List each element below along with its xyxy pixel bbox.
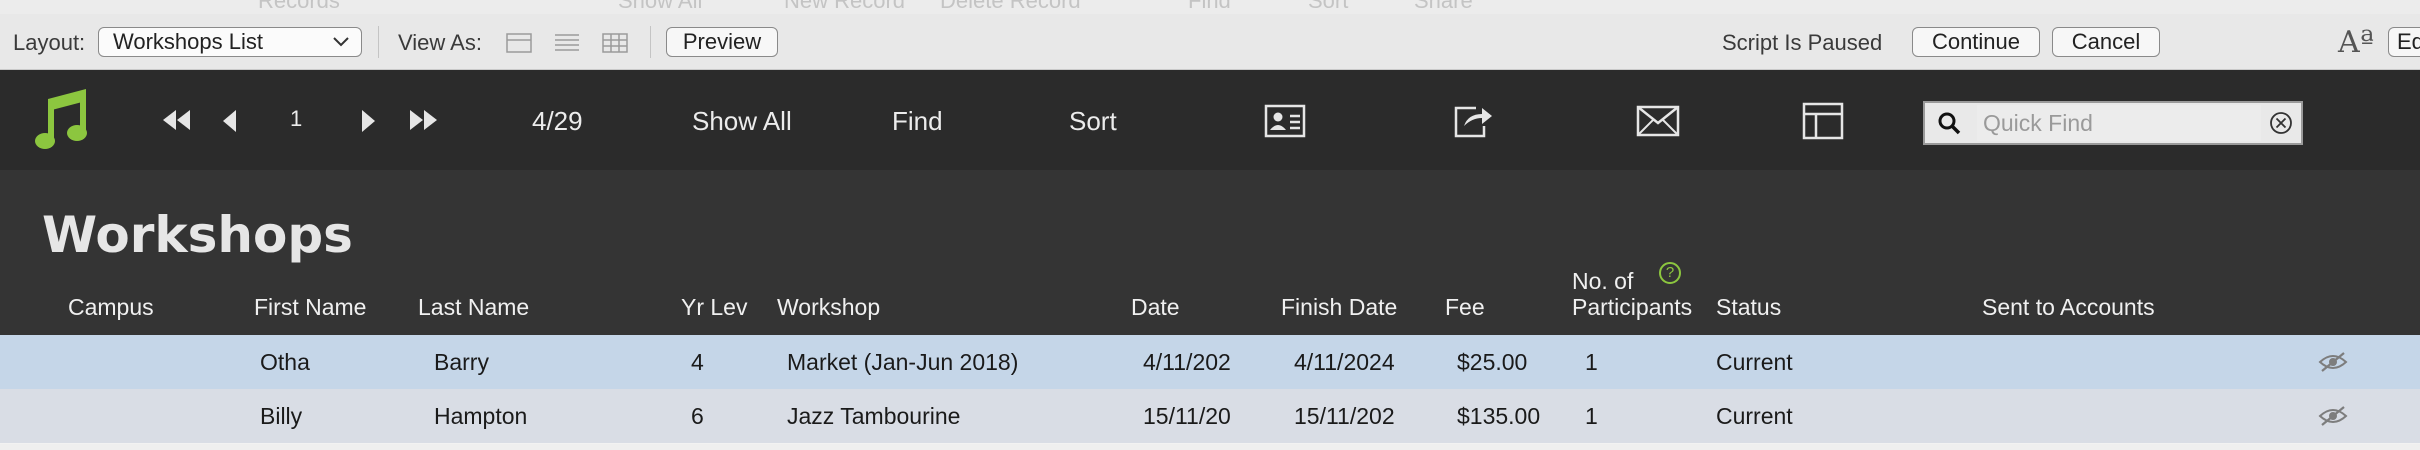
help-glyph: ? [1665, 264, 1675, 281]
search-icon [1938, 112, 1961, 135]
cell-finish-date[interactable]: 4/11/2024 [1294, 349, 1408, 376]
separator [650, 26, 651, 58]
column-header-status[interactable]: Status [1716, 294, 1781, 321]
eye-slash-icon[interactable] [2318, 405, 2348, 427]
music-note-logo-icon [35, 89, 87, 149]
layout-bar: Layout: Workshops List View As: Preview … [0, 14, 2420, 70]
top-strip: Records Show All New Record Delete Recor… [0, 0, 2420, 14]
cell-yr-lev[interactable]: 6 [691, 403, 704, 430]
column-header-campus[interactable]: Campus [68, 294, 154, 321]
list-view-icon[interactable] [554, 33, 580, 53]
cell-status[interactable]: Current [1716, 349, 1793, 376]
next-record-icon[interactable] [360, 110, 376, 132]
layout-mode-icon[interactable] [1802, 102, 1844, 140]
column-header-date[interactable]: Date [1131, 294, 1180, 321]
column-header-fee[interactable]: Fee [1445, 294, 1485, 321]
column-header-finish-date[interactable]: Finish Date [1281, 294, 1397, 321]
top-strip-delete-record: Delete Record [940, 0, 1081, 13]
column-header-yr-lev[interactable]: Yr Lev [681, 294, 747, 321]
quick-find-box [1923, 101, 2303, 145]
previous-record-icon[interactable] [222, 110, 238, 132]
cell-date[interactable]: 4/11/202 [1143, 349, 1247, 376]
email-envelope-icon[interactable] [1636, 105, 1680, 137]
cancel-button[interactable]: Cancel [2052, 27, 2160, 57]
eye-slash-icon[interactable] [2318, 351, 2348, 373]
edit-layout-button[interactable]: Ed [2388, 27, 2420, 57]
top-strip-find: Find [1188, 0, 1231, 13]
table-row[interactable]: Otha Barry 4 Market (Jan-Jun 2018) 4/11/… [0, 335, 2420, 389]
top-strip-records: Records [258, 0, 340, 13]
top-strip-new-record: New Record [784, 0, 906, 13]
status-toolbar: 1 4/29 Show All Find Sort [0, 70, 2420, 170]
cell-first-name[interactable]: Otha [260, 349, 310, 376]
quick-find-input[interactable] [1977, 105, 2261, 141]
column-header-first-name[interactable]: First Name [254, 294, 366, 321]
table-row[interactable]: Billy Hampton 6 Jazz Tambourine 15/11/20… [0, 389, 2420, 443]
column-header-participants-line2[interactable]: Participants [1572, 294, 1692, 321]
column-header-sent-to-accounts[interactable]: Sent to Accounts [1982, 294, 2155, 321]
cell-yr-lev[interactable]: 4 [691, 349, 704, 376]
layout-select-value: Workshops List [113, 29, 263, 54]
last-record-icon[interactable] [408, 110, 438, 130]
cell-fee[interactable]: $25.00 [1457, 349, 1527, 376]
cell-participants[interactable]: 1 [1585, 349, 1598, 376]
cell-status[interactable]: Current [1716, 403, 1793, 430]
column-header-participants-line1[interactable]: No. of [1572, 268, 1633, 295]
share-export-icon[interactable] [1450, 102, 1494, 140]
view-as-label: View As: [398, 30, 482, 55]
record-count: 4/29 [532, 106, 583, 136]
cell-first-name[interactable]: Billy [260, 403, 302, 430]
layout-select[interactable]: Workshops List [98, 27, 362, 57]
cell-last-name[interactable]: Barry [434, 349, 489, 376]
continue-button[interactable]: Continue [1912, 27, 2040, 57]
separator [378, 26, 379, 58]
show-all-button[interactable]: Show All [692, 106, 792, 137]
contact-card-icon[interactable] [1264, 104, 1306, 138]
list-header: Workshops Campus First Name Last Name Yr… [0, 170, 2420, 335]
font-size-icon[interactable]: Aª [2338, 25, 2374, 60]
cell-workshop[interactable]: Jazz Tambourine [787, 403, 960, 430]
top-strip-show-all: Show All [618, 0, 703, 13]
page-title: Workshops [42, 206, 353, 264]
layout-label: Layout: [13, 30, 86, 55]
help-icon[interactable]: ? [1659, 262, 1681, 284]
list-footer-gap [0, 444, 2420, 450]
table-view-icon[interactable] [602, 33, 628, 53]
clear-search-icon[interactable] [2269, 111, 2293, 135]
cell-last-name[interactable]: Hampton [434, 403, 527, 430]
column-header-last-name[interactable]: Last Name [418, 294, 529, 321]
form-view-icon[interactable] [506, 33, 532, 53]
preview-button[interactable]: Preview [666, 27, 778, 57]
record-number[interactable]: 1 [290, 106, 302, 132]
cell-fee[interactable]: $135.00 [1457, 403, 1540, 430]
cell-participants[interactable]: 1 [1585, 403, 1598, 430]
chevron-down-icon [333, 37, 349, 47]
script-status-text: Script Is Paused [1722, 30, 1883, 55]
cell-workshop[interactable]: Market (Jan-Jun 2018) [787, 349, 1018, 376]
top-strip-share: Share [1414, 0, 1473, 13]
sort-button[interactable]: Sort [1069, 106, 1117, 137]
cell-finish-date[interactable]: 15/11/202 [1294, 403, 1408, 430]
first-record-icon[interactable] [162, 110, 192, 130]
column-header-workshop[interactable]: Workshop [777, 294, 880, 321]
cell-date[interactable]: 15/11/20 [1143, 403, 1247, 430]
top-strip-sort: Sort [1308, 0, 1349, 13]
find-button[interactable]: Find [892, 106, 943, 137]
